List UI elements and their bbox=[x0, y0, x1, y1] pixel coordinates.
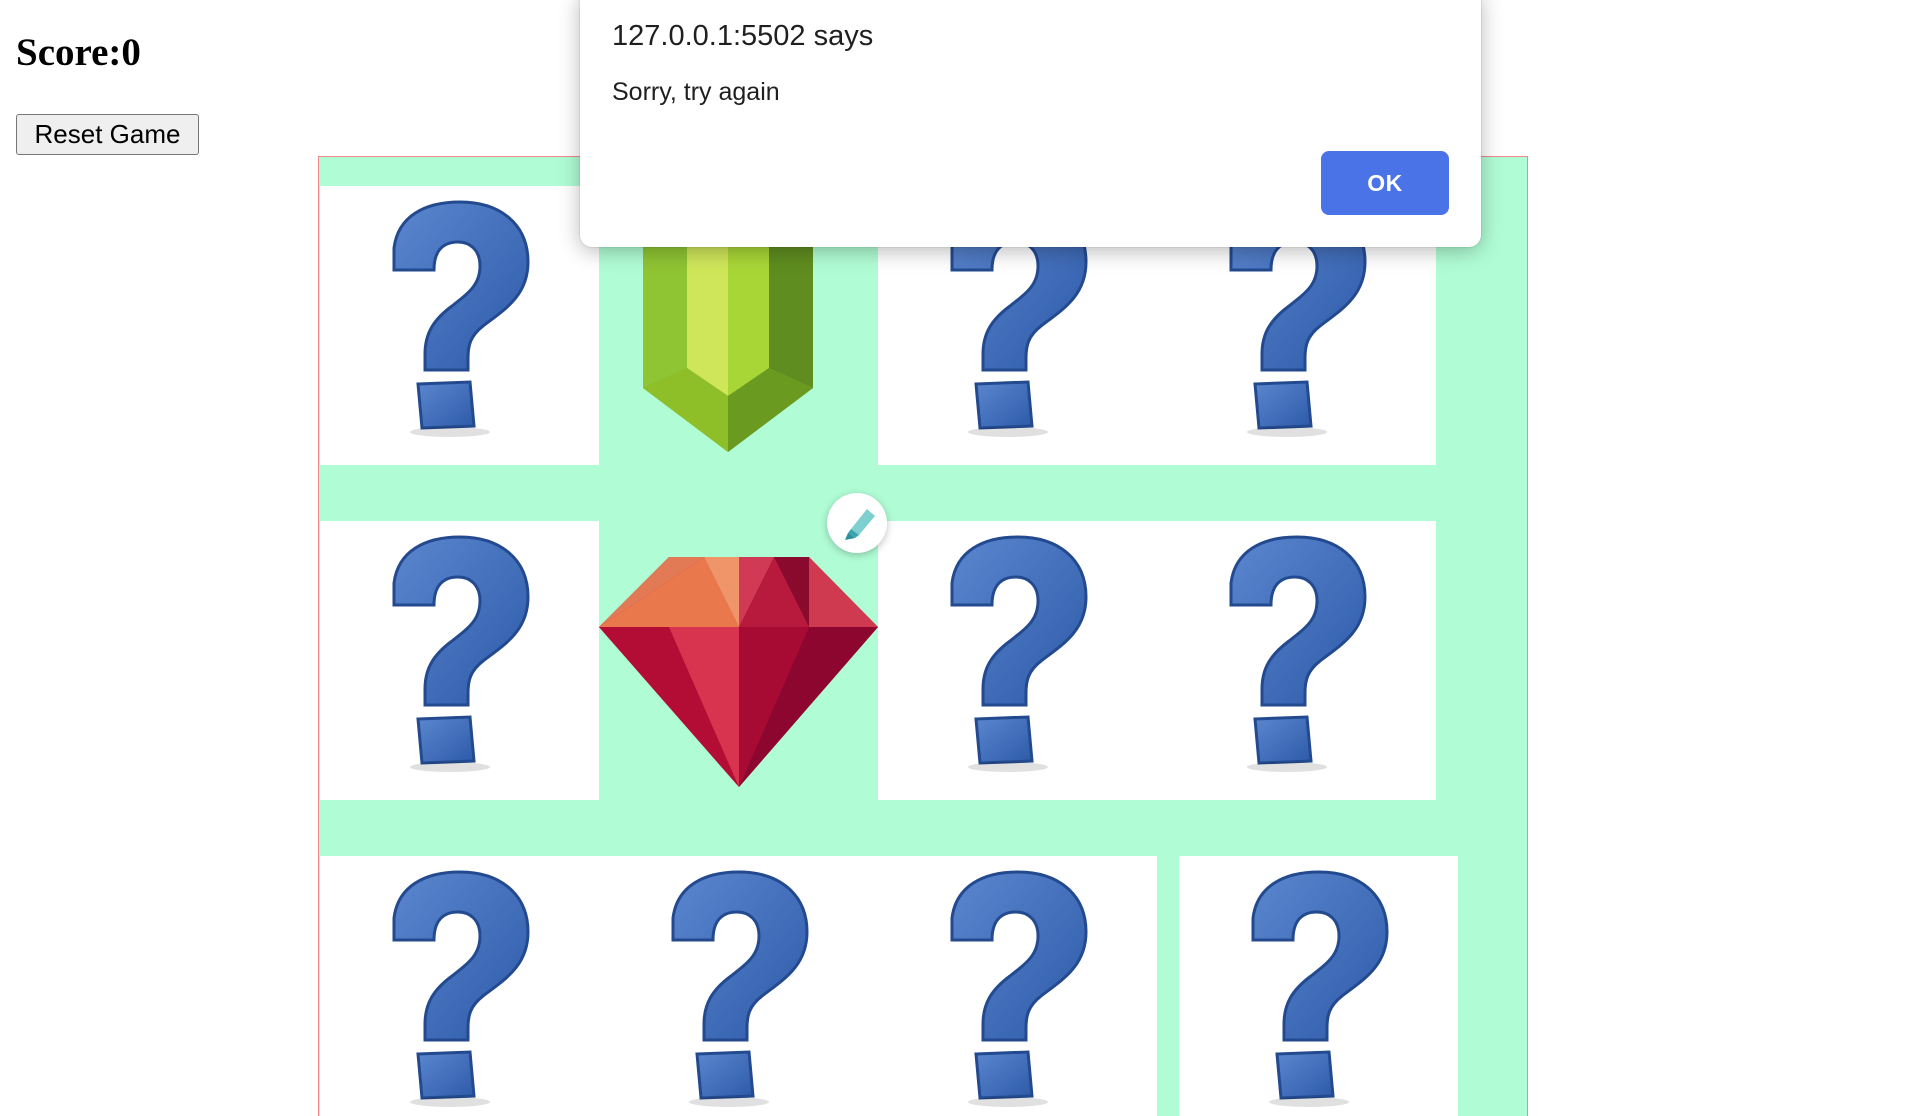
card-r3c2[interactable] bbox=[599, 856, 878, 1116]
question-mark-icon bbox=[1251, 870, 1389, 1107]
question-mark-icon bbox=[950, 870, 1088, 1107]
question-mark-icon bbox=[671, 870, 809, 1107]
score-display: Score:0 bbox=[16, 30, 141, 75]
card-r3c1[interactable] bbox=[320, 856, 599, 1116]
ok-button[interactable]: OK bbox=[1321, 151, 1449, 215]
card-r2c2 bbox=[599, 521, 878, 800]
highlighter-icon bbox=[845, 509, 875, 540]
dialog-title: 127.0.0.1:5502 says bbox=[612, 20, 874, 52]
question-mark-icon bbox=[950, 535, 1088, 772]
question-mark-icon bbox=[392, 870, 530, 1107]
alert-dialog: 127.0.0.1:5502 says Sorry, try again OK bbox=[580, 0, 1481, 247]
score-value: 0 bbox=[121, 31, 141, 74]
card-r2c1[interactable] bbox=[320, 521, 599, 800]
dialog-message: Sorry, try again bbox=[612, 78, 780, 106]
game-board bbox=[318, 156, 1528, 1116]
reset-game-button[interactable]: Reset Game bbox=[16, 114, 199, 155]
card-r2c3[interactable] bbox=[878, 521, 1157, 800]
card-r3c3[interactable] bbox=[878, 856, 1157, 1116]
highlighter-extension-button[interactable] bbox=[827, 493, 887, 553]
card-r1c1[interactable] bbox=[320, 186, 599, 465]
score-label: Score: bbox=[16, 31, 122, 74]
question-mark-icon bbox=[392, 200, 530, 437]
card-r2c4[interactable] bbox=[1157, 521, 1436, 800]
question-mark-icon bbox=[392, 535, 530, 772]
red-ruby-icon bbox=[599, 557, 878, 787]
card-r3c4[interactable] bbox=[1179, 856, 1458, 1116]
question-mark-icon bbox=[1229, 535, 1367, 772]
